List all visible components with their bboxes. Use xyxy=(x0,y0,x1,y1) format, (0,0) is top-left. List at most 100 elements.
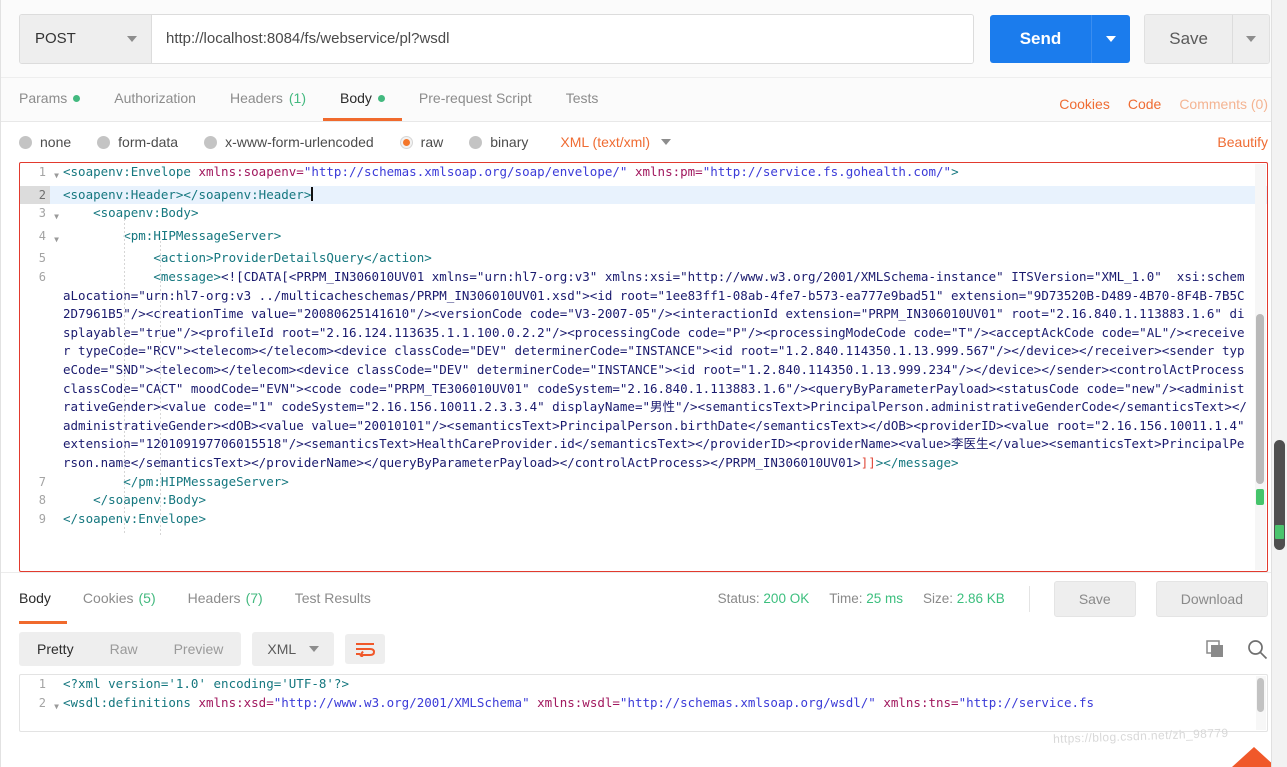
xml-attr: xmlns:pm= xyxy=(627,164,703,179)
search-icon xyxy=(1248,639,1268,659)
tab-pre-request-script[interactable]: Pre-request Script xyxy=(402,78,549,121)
code-area[interactable]: 1 ▼ <soapenv:Envelope xmlns:soapenv="htt… xyxy=(20,163,1267,571)
body-mode-urlencoded[interactable]: x-www-form-urlencoded xyxy=(204,134,374,150)
code-line: 6 <message><![CDATA[<PRPM_IN306010UV01 x… xyxy=(20,268,1267,473)
response-body-viewer[interactable]: 1 <?xml version='1.0' encoding='UTF-8'?>… xyxy=(19,674,1268,732)
word-wrap-button[interactable] xyxy=(345,634,386,664)
beautify-button[interactable]: Beautify xyxy=(1217,134,1268,150)
tab-authorization[interactable]: Authorization xyxy=(97,78,213,121)
body-mode-raw[interactable]: raw xyxy=(399,134,444,150)
body-mode-binary[interactable]: binary xyxy=(469,134,528,150)
response-tab-headers[interactable]: Headers (7) xyxy=(172,574,279,624)
page-scrollbar[interactable] xyxy=(1271,0,1287,767)
xml-tag: <soapenv:Header></soapenv:Header> xyxy=(63,186,312,202)
copy-button[interactable] xyxy=(1206,639,1225,659)
search-button[interactable] xyxy=(1247,639,1268,660)
tab-params[interactable]: Params xyxy=(19,78,97,121)
fold-toggle-icon[interactable]: ▼ xyxy=(50,204,63,227)
editor-scrollbar-thumb[interactable] xyxy=(1256,314,1264,484)
xml-tag: > xyxy=(951,164,959,179)
text-cursor xyxy=(311,186,313,201)
xml-tag: <message> xyxy=(153,268,222,284)
view-preview-button[interactable]: Preview xyxy=(156,632,242,666)
tab-headers[interactable]: Headers (1) xyxy=(213,78,323,121)
view-raw-button[interactable]: Raw xyxy=(92,632,156,666)
body-mode-label: form-data xyxy=(118,134,179,150)
body-mode-form-data[interactable]: form-data xyxy=(97,134,178,150)
response-tab-body[interactable]: Body xyxy=(19,574,67,624)
view-pretty-button[interactable]: Pretty xyxy=(19,632,92,666)
line-number: 2 xyxy=(20,185,50,205)
time-value: 25 ms xyxy=(866,591,903,606)
xml-tag: ></message> xyxy=(875,454,959,470)
code-line: 3 ▼ <soapenv:Body> xyxy=(20,204,1267,227)
response-language-label: XML xyxy=(267,641,297,657)
xml-declaration: <?xml version='1.0' encoding='UTF-8'?> xyxy=(63,676,349,691)
radio-icon xyxy=(469,135,483,149)
fold-toggle-icon[interactable]: ▼ xyxy=(50,163,63,186)
send-button[interactable]: Send xyxy=(989,14,1092,63)
body-mode-label: raw xyxy=(420,134,444,150)
fold-toggle-icon[interactable]: ▼ xyxy=(50,227,63,250)
editor-scroll-marker xyxy=(1256,489,1264,505)
chevron-down-icon xyxy=(127,35,137,42)
response-tab-test-results[interactable]: Test Results xyxy=(279,574,387,624)
code-line: 7 </pm:HIPMessageServer> xyxy=(20,473,1267,492)
status-field: Status: 200 OK xyxy=(718,591,810,606)
radio-selected-icon xyxy=(399,135,413,149)
tab-label: Body xyxy=(19,589,51,606)
tab-body[interactable]: Body xyxy=(323,78,402,121)
chevron-down-icon xyxy=(1246,35,1256,42)
xml-tag: <soapenv:Envelope xyxy=(63,164,199,179)
method-url-group: POST xyxy=(19,13,974,64)
size-label: Size: xyxy=(922,591,953,606)
body-mode-row: none form-data x-www-form-urlencoded raw… xyxy=(1,122,1286,162)
tab-tests[interactable]: Tests xyxy=(549,78,616,121)
line-number: 8 xyxy=(38,493,46,508)
time-label: Time: xyxy=(829,591,863,606)
request-url-input[interactable] xyxy=(152,14,973,63)
tab-label: Pre-request Script xyxy=(418,90,532,106)
http-method-label: POST xyxy=(35,30,76,47)
status-value: 200 OK xyxy=(763,591,810,606)
radio-icon xyxy=(97,135,111,149)
response-header: Body Cookies (5) Headers (7) Test Result… xyxy=(1,572,1286,624)
editor-scrollbar[interactable] xyxy=(1255,164,1266,570)
comments-link[interactable]: Comments (0) xyxy=(1179,96,1268,112)
url-bar: POST Send Save xyxy=(1,0,1286,78)
radio-icon xyxy=(19,135,32,149)
save-button[interactable]: Save xyxy=(1145,14,1232,63)
tab-label: Body xyxy=(340,90,372,106)
request-body-editor[interactable]: 1 ▼ <soapenv:Envelope xmlns:soapenv="htt… xyxy=(19,162,1268,572)
tab-label: Params xyxy=(19,90,68,106)
response-actions xyxy=(1206,639,1268,660)
body-content-type-select[interactable]: XML (text/xml) xyxy=(560,134,672,150)
chevron-down-icon xyxy=(661,139,672,145)
response-tabs: Body Cookies (5) Headers (7) Test Result… xyxy=(19,573,387,624)
chevron-down-icon xyxy=(309,646,320,652)
body-mode-label: none xyxy=(40,134,72,150)
response-save-button[interactable]: Save xyxy=(1053,580,1136,617)
response-scrollbar-thumb[interactable] xyxy=(1257,678,1264,712)
save-options-button[interactable] xyxy=(1232,14,1269,63)
line-number: 4 xyxy=(38,228,46,243)
send-options-button[interactable] xyxy=(1091,14,1131,63)
line-number: 7 xyxy=(38,474,46,489)
body-mode-label: x-www-form-urlencoded xyxy=(225,134,374,150)
response-language-select[interactable]: XML xyxy=(252,632,335,666)
response-tab-cookies[interactable]: Cookies (5) xyxy=(67,574,172,624)
response-download-button[interactable]: Download xyxy=(1155,580,1268,617)
code-link[interactable]: Code xyxy=(1128,96,1161,112)
code-line: 4 ▼ <pm:HIPMessageServer> xyxy=(20,227,1267,250)
body-mode-none[interactable]: none xyxy=(19,134,71,150)
save-button-group: Save xyxy=(1144,13,1270,64)
xml-value: "http://www.w3.org/2001/XMLSchema" xyxy=(273,694,530,710)
tab-label: Tests xyxy=(565,90,599,106)
fold-toggle-icon[interactable]: ▼ xyxy=(50,694,63,717)
response-scrollbar[interactable] xyxy=(1256,676,1266,730)
http-method-select[interactable]: POST xyxy=(20,14,152,63)
code-line: 1 ▼ <soapenv:Envelope xmlns:soapenv="htt… xyxy=(20,163,1267,186)
xml-value: "http://service.fs xyxy=(958,694,1095,710)
body-mode-label: binary xyxy=(490,134,529,150)
cookies-link[interactable]: Cookies xyxy=(1059,96,1110,112)
